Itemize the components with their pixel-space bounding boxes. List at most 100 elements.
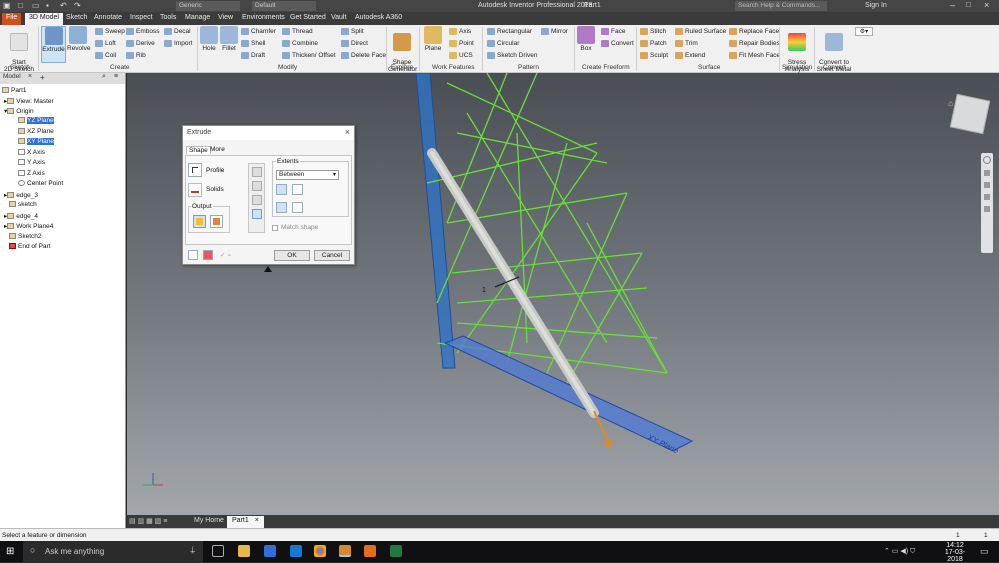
browser-close-icon[interactable]: ×: [28, 73, 32, 80]
sculpt-button[interactable]: Sculpt: [640, 52, 668, 59]
cancel-button[interactable]: Cancel: [314, 250, 350, 261]
tab-manage[interactable]: Manage: [181, 13, 214, 25]
tree-item-edge-3[interactable]: ▸ edge_3: [4, 191, 38, 199]
extrude-button[interactable]: Extrude: [41, 26, 66, 63]
sign-in-link[interactable]: Sign In: [865, 2, 887, 9]
new-icon[interactable]: □: [18, 1, 23, 10]
tab-view[interactable]: View: [214, 13, 237, 25]
tree-item-view-master[interactable]: ▸ View: Master: [4, 97, 54, 105]
dialog-collapse-icon[interactable]: [264, 266, 272, 272]
inventor-icon[interactable]: [339, 545, 351, 557]
style-dropdown[interactable]: Generic: [176, 1, 240, 11]
sweep-button[interactable]: Sweep: [95, 28, 125, 35]
windows-start-icon[interactable]: ⊞: [6, 546, 14, 557]
profile-select-button[interactable]: [188, 163, 202, 177]
appearance-dropdown[interactable]: Default: [252, 1, 316, 11]
repair-bodies-button[interactable]: Repair Bodies: [729, 40, 780, 47]
tab-my-home[interactable]: My Home: [189, 516, 229, 528]
tree-item-origin[interactable]: ▾ Origin: [4, 107, 34, 115]
tree-item-edge-4[interactable]: ▸ edge_4: [4, 212, 38, 220]
steering-wheel-icon[interactable]: [983, 156, 991, 164]
tab-part1[interactable]: Part1 ×: [227, 516, 264, 528]
fillet-button[interactable]: Fillet: [220, 26, 238, 52]
ok-button[interactable]: OK: [274, 250, 310, 261]
tree-item-xy-plane[interactable]: XY Plane: [18, 138, 54, 145]
direct-button[interactable]: Direct: [341, 40, 368, 47]
taskbar-search[interactable]: ○ Ask me anything ⍊: [23, 541, 203, 562]
emboss-button[interactable]: Emboss: [126, 28, 159, 35]
from-flip-button[interactable]: [292, 184, 303, 195]
point-button[interactable]: Point: [449, 40, 474, 47]
derive-button[interactable]: Derive: [126, 40, 155, 47]
orbit-icon[interactable]: [984, 194, 990, 200]
pan-icon[interactable]: [984, 170, 990, 176]
replace-face-button[interactable]: Replace Face: [729, 28, 779, 35]
extend-button[interactable]: Extend: [675, 52, 705, 59]
rectangular-pattern-button[interactable]: Rectangular: [487, 28, 532, 35]
split-button[interactable]: Split: [341, 28, 364, 35]
tab-tools[interactable]: Tools: [156, 13, 180, 25]
tab-get-started[interactable]: Get Started: [286, 13, 330, 25]
dialog-close-icon[interactable]: ×: [345, 127, 350, 137]
task-view-icon[interactable]: [212, 545, 224, 557]
app-menu-icon[interactable]: ▣: [3, 1, 11, 10]
tree-item-center-point[interactable]: Center Point: [18, 180, 63, 187]
tab-sketch[interactable]: Sketch: [62, 13, 91, 25]
mirror-button[interactable]: Mirror: [541, 28, 568, 35]
axis-button[interactable]: Axis: [449, 28, 471, 35]
tab-vault[interactable]: Vault: [327, 13, 350, 25]
ucs-button[interactable]: UCS: [449, 52, 473, 59]
add-browser-icon[interactable]: +: [40, 73, 45, 82]
loft-button[interactable]: Loft: [95, 40, 116, 47]
decal-button[interactable]: Decal: [164, 28, 191, 35]
tab-file[interactable]: File: [2, 13, 22, 25]
notifications-icon[interactable]: ▭: [980, 546, 989, 557]
import-button[interactable]: Import: [164, 40, 192, 47]
matlab-icon[interactable]: [364, 545, 376, 557]
microphone-icon[interactable]: ⍊: [190, 545, 195, 555]
plane-button[interactable]: Plane: [422, 26, 444, 52]
rib-button[interactable]: Rib: [126, 52, 146, 59]
ruled-surface-button[interactable]: Ruled Surface: [675, 28, 726, 35]
stitch-button[interactable]: Stitch: [640, 28, 666, 35]
tree-item-xz-plane[interactable]: XZ Plane: [18, 128, 54, 135]
face-button[interactable]: Face: [601, 28, 625, 35]
chamfer-button[interactable]: Chamfer: [241, 28, 276, 35]
chrome-icon[interactable]: [314, 545, 326, 557]
solids-select-button[interactable]: [188, 183, 202, 197]
help-search-input[interactable]: Search Help & Commands...: [735, 1, 827, 11]
add-icon[interactable]: [203, 250, 213, 260]
shell-button[interactable]: Shell: [241, 40, 265, 47]
store-icon[interactable]: [290, 545, 302, 557]
excel-icon[interactable]: [390, 545, 402, 557]
system-tray-icons[interactable]: ⌃ ▭ ◀) ⛉: [884, 547, 915, 556]
browser-tab-model[interactable]: Model: [3, 73, 21, 80]
match-shape-checkbox[interactable]: [272, 225, 278, 231]
delete-face-button[interactable]: Delete Face: [341, 52, 386, 59]
to-flip-button[interactable]: [292, 202, 303, 213]
trim-button[interactable]: Trim: [675, 40, 698, 47]
tree-item-y-axis[interactable]: Y Axis: [18, 159, 45, 166]
open-icon[interactable]: ▭: [32, 1, 40, 10]
tree-item-sketch[interactable]: sketch: [9, 201, 37, 208]
layout-icons[interactable]: ▤ ▥ ▦ ▧ ≡: [129, 517, 189, 526]
look-at-icon[interactable]: [984, 206, 990, 212]
vertical-work-plane[interactable]: [415, 73, 456, 369]
clock[interactable]: 14:12 17-03-2018: [940, 542, 970, 563]
tree-item-part1[interactable]: Part1: [2, 87, 27, 94]
tree-item-z-axis[interactable]: Z Axis: [18, 170, 45, 177]
maximize-icon[interactable]: □: [966, 0, 971, 9]
dimension-value[interactable]: 1: [482, 287, 486, 294]
to-face-select-button[interactable]: [276, 202, 287, 213]
extents-dropdown[interactable]: Between ▾: [276, 170, 339, 180]
join-icon[interactable]: [251, 167, 262, 177]
thicken-offset-button[interactable]: Thicken/ Offset: [282, 52, 336, 59]
tab-autodesk-a360[interactable]: Autodesk A360: [351, 13, 406, 25]
zoom-icon[interactable]: [984, 182, 990, 188]
box-button[interactable]: Box: [577, 26, 595, 52]
save-icon[interactable]: ▪: [46, 1, 49, 10]
sketch-driven-pattern-button[interactable]: Sketch Driven: [487, 52, 537, 59]
home-view-icon[interactable]: ⌂: [948, 99, 953, 108]
navigation-bar[interactable]: [981, 153, 993, 253]
menu-icon[interactable]: ≡: [114, 73, 118, 80]
